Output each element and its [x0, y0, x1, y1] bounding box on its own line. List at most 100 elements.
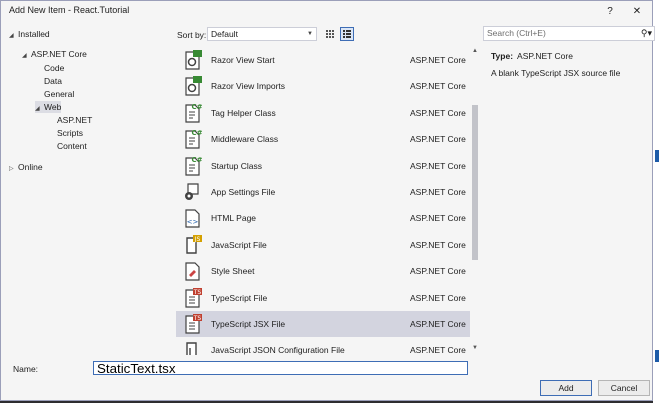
template-item[interactable]: Razor View Imports ASP.NET Core: [176, 73, 470, 99]
json-file-icon: [182, 340, 202, 355]
tree-node-label: Online: [18, 162, 43, 172]
small-icons-view-button[interactable]: [323, 27, 337, 41]
add-button[interactable]: Add: [540, 380, 592, 396]
tree-node-label: Data: [44, 76, 62, 86]
tsx-file-icon: TS: [182, 314, 202, 334]
name-label: Name:: [13, 364, 39, 374]
template-item-category: ASP.NET Core: [410, 345, 466, 355]
dialog-title: Add New Item - React.Tutorial: [9, 5, 130, 15]
svg-text:JS: JS: [194, 236, 201, 243]
expand-toggle-icon[interactable]: ◢: [35, 103, 44, 115]
svg-text:C#: C#: [191, 156, 202, 164]
tree-node[interactable]: ASP.NET: [48, 114, 92, 126]
template-item[interactable]: Razor View Start ASP.NET Core: [176, 47, 470, 73]
template-item-category: ASP.NET Core: [410, 134, 466, 145]
template-item[interactable]: C# Middleware Class ASP.NET Core: [176, 126, 470, 152]
chevron-down-icon: ▼: [307, 31, 313, 37]
background-marker: [655, 150, 659, 162]
template-item-name: TypeScript File: [211, 292, 268, 303]
template-item-category: ASP.NET Core: [410, 107, 466, 118]
template-item-category: ASP.NET Core: [410, 292, 466, 303]
template-item-name: TypeScript JSX File: [211, 319, 286, 329]
search-icon[interactable]: ⚲▾: [641, 27, 652, 40]
search-placeholder: Search (Ctrl+E): [487, 28, 546, 38]
template-item-name: App Settings File: [211, 187, 276, 197]
list-view-icon: [343, 30, 351, 38]
template-item-category: ASP.NET Core: [410, 239, 466, 250]
grid-view-icon: [326, 30, 334, 38]
stylesheet-icon: [182, 261, 202, 281]
tree-node-label: General: [44, 89, 75, 99]
template-item-name: JavaScript File: [211, 239, 267, 250]
razor-icon: [182, 50, 202, 70]
template-item-name: JavaScript JSON Configuration File: [211, 345, 345, 355]
ts-file-icon: TS: [182, 287, 202, 308]
background-window-edge: [653, 0, 659, 403]
js-file-icon: JS: [182, 234, 202, 255]
tree-node[interactable]: Code: [35, 62, 64, 74]
tree-node-label: Scripts: [57, 128, 83, 138]
template-item-name: Razor View Imports: [211, 81, 286, 92]
template-item-name: HTML Page: [211, 213, 257, 224]
tree-node[interactable]: Scripts: [48, 127, 83, 139]
tree-node[interactable]: Content: [48, 140, 87, 152]
background-marker: [655, 350, 659, 362]
tree-node[interactable]: ▷ Online: [9, 161, 43, 173]
tree-node-label: Content: [57, 141, 87, 151]
scroll-up-icon[interactable]: ▲: [471, 48, 479, 54]
name-field[interactable]: [93, 361, 468, 375]
list-view-button[interactable]: [340, 27, 354, 41]
template-item[interactable]: C# Tag Helper Class ASP.NET Core: [176, 100, 470, 126]
details-type: Type: ASP.NET Core: [491, 51, 651, 61]
scrollbar-thumb[interactable]: [472, 105, 478, 260]
template-item[interactable]: JS JavaScript File ASP.NET Core: [176, 232, 470, 258]
details-type-label: Type:: [491, 51, 514, 61]
html-file-icon: <>: [182, 208, 202, 228]
scroll-down-icon[interactable]: ▼: [471, 345, 479, 351]
template-item[interactable]: TS TypeScript File ASP.NET Core: [176, 285, 470, 311]
tree-node-label: Web: [44, 102, 62, 112]
template-item-name: Style Sheet: [211, 266, 255, 277]
close-button[interactable]: ✕: [626, 3, 648, 21]
tree-node-label: ASP.NET: [57, 115, 93, 125]
csharp-class-icon: C#: [182, 156, 203, 176]
add-new-item-dialog: Add New Item - React.Tutorial ? ✕ ◢ Insta…: [0, 0, 655, 401]
template-item[interactable]: TS TypeScript JSX File ASP.NET Core: [176, 311, 470, 337]
tree-node-label: Code: [44, 63, 65, 73]
template-item[interactable]: Style Sheet ASP.NET Core: [176, 258, 470, 284]
template-item-category: ASP.NET Core: [410, 187, 466, 197]
search-input[interactable]: Search (Ctrl+E) ⚲▾: [483, 26, 655, 41]
template-list-scrollbar[interactable]: ▲ ▼: [470, 47, 480, 355]
template-item-name: Startup Class: [211, 160, 263, 171]
tree-node[interactable]: Data: [35, 75, 62, 87]
expand-toggle-icon[interactable]: ◢: [9, 30, 18, 42]
tree-node[interactable]: ◢ Web: [35, 101, 62, 115]
sort-by-value: Default: [211, 29, 238, 39]
expand-toggle-icon[interactable]: ▷: [9, 163, 18, 175]
razor-icon: [182, 76, 202, 96]
settings-file-icon: [182, 182, 202, 202]
help-button[interactable]: ?: [599, 3, 621, 21]
template-item[interactable]: <> HTML Page ASP.NET Core: [176, 205, 470, 231]
template-item[interactable]: C# Startup Class ASP.NET Core: [176, 153, 470, 179]
template-item[interactable]: App Settings File ASP.NET Core: [176, 179, 470, 205]
sort-by-select[interactable]: Default ▼: [207, 27, 317, 41]
tree-node-label: Installed: [18, 29, 50, 39]
tree-node[interactable]: ◢ Installed: [9, 28, 50, 40]
expand-toggle-icon[interactable]: ◢: [22, 50, 31, 62]
cancel-button[interactable]: Cancel: [598, 380, 650, 396]
title-bar: Add New Item - React.Tutorial ? ✕: [1, 1, 652, 23]
tree-node[interactable]: General: [35, 88, 74, 100]
template-item-category: ASP.NET Core: [410, 213, 466, 224]
template-item[interactable]: JavaScript JSON Configuration File ASP.NE…: [176, 337, 470, 355]
template-item-name: Razor View Start: [211, 55, 275, 65]
template-list: Razor View Start ASP.NET Core Razor View I…: [176, 47, 470, 355]
template-item-name: Middleware Class: [211, 134, 279, 145]
tree-node[interactable]: ◢ ASP.NET Core: [22, 48, 87, 60]
csharp-class-icon: C#: [182, 129, 203, 149]
csharp-class-icon: C#: [182, 103, 203, 123]
template-item-category: ASP.NET Core: [410, 319, 466, 329]
svg-text:C#: C#: [191, 103, 202, 111]
template-item-category: ASP.NET Core: [410, 55, 466, 65]
svg-text:<>: <>: [187, 218, 199, 226]
